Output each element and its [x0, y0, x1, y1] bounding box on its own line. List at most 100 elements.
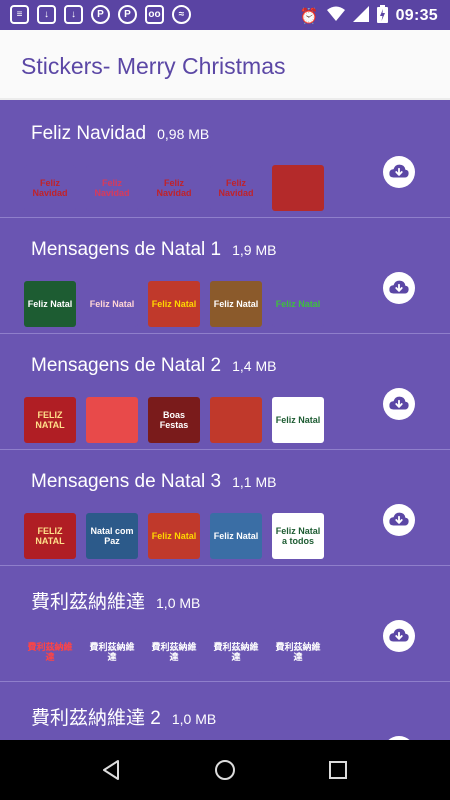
signal-icon [352, 6, 369, 26]
battery-charging-icon [376, 5, 388, 27]
sticker-text: FELIZ NATAL [35, 526, 65, 546]
sticker-text: Feliz Navidad [218, 178, 254, 198]
pack-title: Mensagens de Natal 2 1,4 MB [31, 355, 276, 377]
sticker-pack-list[interactable]: Feliz Navidad 0,98 MB Feliz Navidad Feliz N… [0, 102, 450, 740]
pack-size: 1,4 MB [232, 358, 277, 374]
pack-title: 費利茲納維達 2 1,0 MB [31, 703, 216, 730]
sticker-previews: FELIZ NATAL Natal com Paz Feliz Natal Feliz… [24, 513, 324, 559]
sticker-preview: Feliz Natal [86, 281, 138, 327]
pack-name: Mensagens de Natal 2 [31, 355, 222, 376]
sticker-text: 費利茲納維達 [151, 642, 197, 662]
sticker-preview: Feliz Natal [272, 281, 324, 327]
sticker-text: Feliz Natal [275, 415, 321, 425]
pinterest-icon: P [91, 5, 110, 24]
pack-size: 0,98 MB [157, 126, 210, 142]
pinterest-icon: P [118, 5, 137, 24]
pack-size: 1,1 MB [232, 474, 277, 490]
download-icon: ↓ [37, 5, 56, 24]
sticker-text: Feliz Natal [89, 299, 135, 309]
sticker-preview: 費利茲納維達 [210, 629, 262, 675]
sticker-preview: Feliz Natal [148, 281, 200, 327]
sticker-previews: FELIZ NATAL Boas Festas Feliz Natal [24, 397, 324, 443]
sticker-text: Feliz Navidad [94, 178, 130, 198]
sticker-text: 費利茲納維達 [89, 642, 135, 662]
pack-title: Mensagens de Natal 3 1,1 MB [31, 471, 276, 493]
voicemail-icon: oo [145, 5, 164, 24]
sticker-preview [210, 397, 262, 443]
navigation-bar [0, 740, 450, 800]
download-button[interactable] [383, 504, 415, 536]
sticker-text: Feliz Natal [151, 299, 197, 309]
messenger-icon: ≈ [172, 5, 191, 24]
sticker-text: Feliz Natal [27, 299, 73, 309]
sticker-text: 費利茲納維達 [213, 642, 259, 662]
sticker-previews: 費利茲納維達 費利茲納維達 費利茲納維達 費利茲納維達 費利茲納維達 [24, 629, 324, 675]
sticker-pack-row[interactable]: Feliz Navidad 0,98 MB Feliz Navidad Feliz N… [0, 102, 450, 218]
home-icon[interactable] [213, 758, 237, 782]
sticker-previews: Feliz Navidad Feliz Navidad Feliz Navidad F… [24, 165, 324, 211]
sticker-preview: 費利茲納維達 [86, 629, 138, 675]
pack-title: 費利茲納維達 1,0 MB [31, 587, 200, 614]
sticker-text: 費利茲納維達 [275, 642, 321, 662]
clock-time: 09:35 [395, 7, 438, 24]
wifi-icon [326, 6, 345, 26]
sticker-preview: Natal com Paz [86, 513, 138, 559]
pack-name: 費利茲納維達 [31, 592, 146, 613]
alarm-icon: ⏰ [299, 7, 319, 25]
pack-name: 費利茲納維達 2 [31, 708, 161, 729]
sticker-preview: Boas Festas [148, 397, 200, 443]
pack-size: 1,9 MB [232, 242, 277, 258]
sticker-pack-row[interactable]: Mensagens de Natal 3 1,1 MB FELIZ NATAL Nat… [0, 450, 450, 566]
sticker-text: Feliz Navidad [156, 178, 192, 198]
pack-name: Mensagens de Natal 3 [31, 471, 222, 492]
sticker-preview: Feliz Natal [24, 281, 76, 327]
cloud-download-icon [389, 628, 409, 642]
download-button[interactable] [383, 272, 415, 304]
back-icon[interactable] [100, 758, 124, 782]
sticker-pack-row[interactable]: Mensagens de Natal 2 1,4 MB FELIZ NATAL Boa… [0, 334, 450, 450]
pack-name: Feliz Navidad [31, 123, 147, 144]
sticker-preview: Feliz Navidad [210, 165, 262, 211]
sticker-text: Feliz Natal [275, 299, 321, 309]
sticker-preview [272, 165, 324, 211]
cloud-download-icon [389, 396, 409, 410]
recents-icon[interactable] [326, 758, 350, 782]
notification-icon: ≡ [10, 5, 29, 24]
download-button[interactable] [383, 388, 415, 420]
sticker-pack-row[interactable]: 費利茲納維達 1,0 MB 費利茲納維達 費利茲納維達 費利茲納維達 費利茲納維達 費利茲納… [0, 566, 450, 682]
cloud-download-icon [389, 512, 409, 526]
sticker-preview: Feliz Navidad [24, 165, 76, 211]
pack-title: Feliz Navidad 0,98 MB [31, 123, 209, 145]
sticker-text: Natal com Paz [90, 526, 134, 546]
app-title: Stickers- Merry Christmas [21, 53, 286, 79]
sticker-text: Feliz Natal [213, 299, 259, 309]
pack-title: Mensagens de Natal 1 1,9 MB [31, 239, 276, 261]
sticker-preview [86, 397, 138, 443]
sticker-preview: Feliz Natal [210, 281, 262, 327]
sticker-pack-row[interactable]: 費利茲納維達 2 1,0 MB [0, 682, 450, 740]
download-button[interactable] [383, 620, 415, 652]
pack-size: 1,0 MB [171, 711, 217, 727]
sticker-text: Feliz Navidad [32, 178, 68, 198]
sticker-text: 費利茲納維達 [27, 642, 73, 662]
sticker-preview: FELIZ NATAL [24, 397, 76, 443]
sticker-preview: Feliz Natal [210, 513, 262, 559]
download-button[interactable] [383, 156, 415, 188]
sticker-preview: Feliz Natal [272, 397, 324, 443]
notification-icons: ≡ ↓ ↓ P P oo ≈ [10, 5, 191, 24]
sticker-preview: FELIZ NATAL [24, 513, 76, 559]
sticker-preview: Feliz Navidad [86, 165, 138, 211]
sticker-text: FELIZ NATAL [35, 410, 65, 430]
app-bar: Stickers- Merry Christmas [0, 30, 450, 100]
sticker-pack-row[interactable]: Mensagens de Natal 1 1,9 MB Feliz Natal Fel… [0, 218, 450, 334]
pack-name: Mensagens de Natal 1 [31, 239, 222, 260]
sticker-preview: 費利茲納維達 [24, 629, 76, 675]
sticker-preview: 費利茲納維達 [272, 629, 324, 675]
sticker-previews: Feliz Natal Feliz Natal Feliz Natal Feliz N… [24, 281, 324, 327]
sticker-text: Feliz Natal [151, 531, 197, 541]
cloud-download-icon [389, 164, 409, 178]
system-icons: ⏰ 09:35 [300, 5, 438, 27]
cloud-download-icon [389, 280, 409, 294]
pack-size: 1,0 MB [156, 595, 201, 611]
download-icon: ↓ [64, 5, 83, 24]
